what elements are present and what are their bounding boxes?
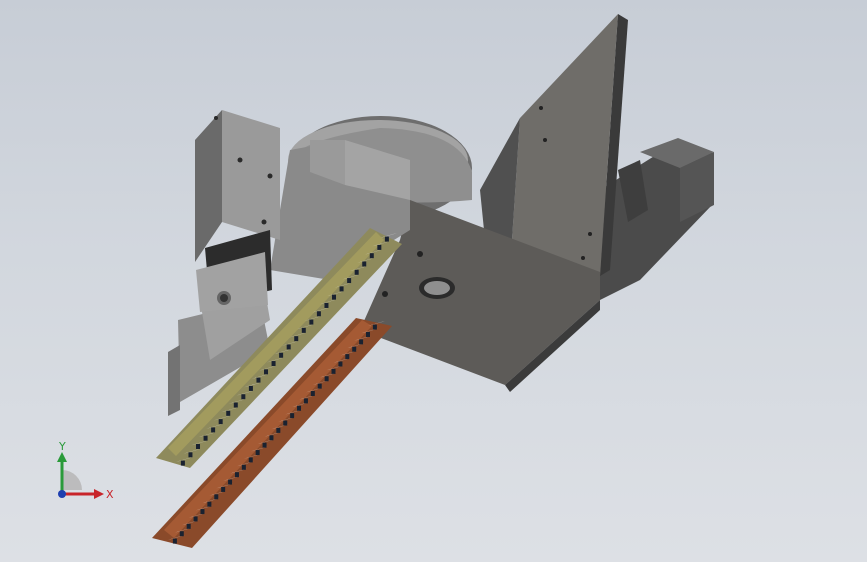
terminal-pin-contact bbox=[283, 420, 288, 426]
terminal-pin-contact bbox=[377, 244, 382, 250]
x-axis-label: X bbox=[106, 488, 114, 501]
terminal-pin-contact bbox=[301, 327, 306, 333]
terminal-pin-contact bbox=[269, 435, 274, 441]
terminal-pin-contact bbox=[211, 427, 216, 433]
pneumatic-cylinder[interactable] bbox=[195, 110, 280, 312]
terminal-pin-contact bbox=[196, 444, 201, 450]
terminal-pin-contact bbox=[193, 516, 198, 522]
terminal-pin-contact bbox=[248, 457, 253, 463]
terminal-pin-contact bbox=[214, 494, 219, 500]
graphics-viewport[interactable]: Y X bbox=[0, 0, 867, 562]
terminal-pin-contact bbox=[369, 253, 374, 259]
terminal-pin-contact bbox=[188, 452, 193, 458]
y-axis-label: Y bbox=[58, 440, 66, 453]
terminal-pin-contact bbox=[276, 427, 281, 433]
terminal-pin-contact bbox=[339, 286, 344, 292]
terminal-pin-contact bbox=[271, 361, 276, 367]
terminal-pin-contact bbox=[203, 435, 208, 441]
terminal-pin-contact bbox=[331, 368, 336, 374]
terminal-pin-contact bbox=[233, 402, 238, 408]
terminal-pin-contact bbox=[228, 479, 233, 485]
terminal-pin-contact bbox=[248, 385, 253, 391]
z-axis-dot bbox=[58, 490, 66, 498]
terminal-pin-contact bbox=[286, 344, 291, 350]
terminal-pin-contact bbox=[186, 523, 191, 529]
terminal-pin-contact bbox=[234, 472, 239, 478]
terminal-pin-contact bbox=[180, 460, 185, 466]
terminal-pin-contact bbox=[316, 311, 321, 317]
terminal-pin-contact bbox=[372, 324, 377, 330]
terminal-pin-contact bbox=[179, 531, 184, 537]
terminal-pin-contact bbox=[324, 302, 329, 308]
terminal-pin-contact bbox=[297, 405, 302, 411]
terminal-pin-contact bbox=[207, 501, 212, 507]
terminal-pin-contact bbox=[221, 486, 226, 492]
terminal-pin-contact bbox=[264, 369, 269, 375]
terminal-pin-contact bbox=[256, 377, 261, 383]
terminal-pin-contact bbox=[310, 391, 315, 397]
terminal-pin-contact bbox=[384, 236, 389, 242]
terminal-pin-contact bbox=[241, 394, 246, 400]
terminal-pin-contact bbox=[255, 450, 260, 456]
terminal-pin-contact bbox=[352, 346, 357, 352]
terminal-pin-contact bbox=[359, 339, 364, 345]
terminal-pin-contact bbox=[324, 376, 329, 382]
terminal-pin-contact bbox=[338, 361, 343, 367]
terminal-pin-contact bbox=[226, 410, 231, 416]
terminal-pin-contact bbox=[309, 319, 314, 325]
terminal-pin-contact bbox=[317, 383, 322, 389]
terminal-pin-contact bbox=[366, 331, 371, 337]
terminal-pin-contact bbox=[262, 442, 267, 448]
terminal-pin-contact bbox=[172, 538, 177, 544]
terminal-pin-contact bbox=[218, 419, 223, 425]
terminal-pin-contact bbox=[279, 352, 284, 358]
coordinate-triad-icon: Y X bbox=[40, 438, 120, 510]
terminal-pin-contact bbox=[345, 354, 350, 360]
terminal-pin-contact bbox=[362, 261, 367, 267]
terminal-pin-contact bbox=[354, 269, 359, 275]
terminal-pin-contact bbox=[347, 278, 352, 284]
cad-assembly-model[interactable] bbox=[0, 0, 867, 562]
terminal-pin-contact bbox=[303, 398, 308, 404]
terminal-pin-contact bbox=[290, 413, 295, 419]
terminal-pin-contact bbox=[241, 464, 246, 470]
terminal-pin-contact bbox=[294, 336, 299, 342]
terminal-pin-contact bbox=[332, 294, 337, 300]
terminal-pin-contact bbox=[200, 509, 205, 515]
